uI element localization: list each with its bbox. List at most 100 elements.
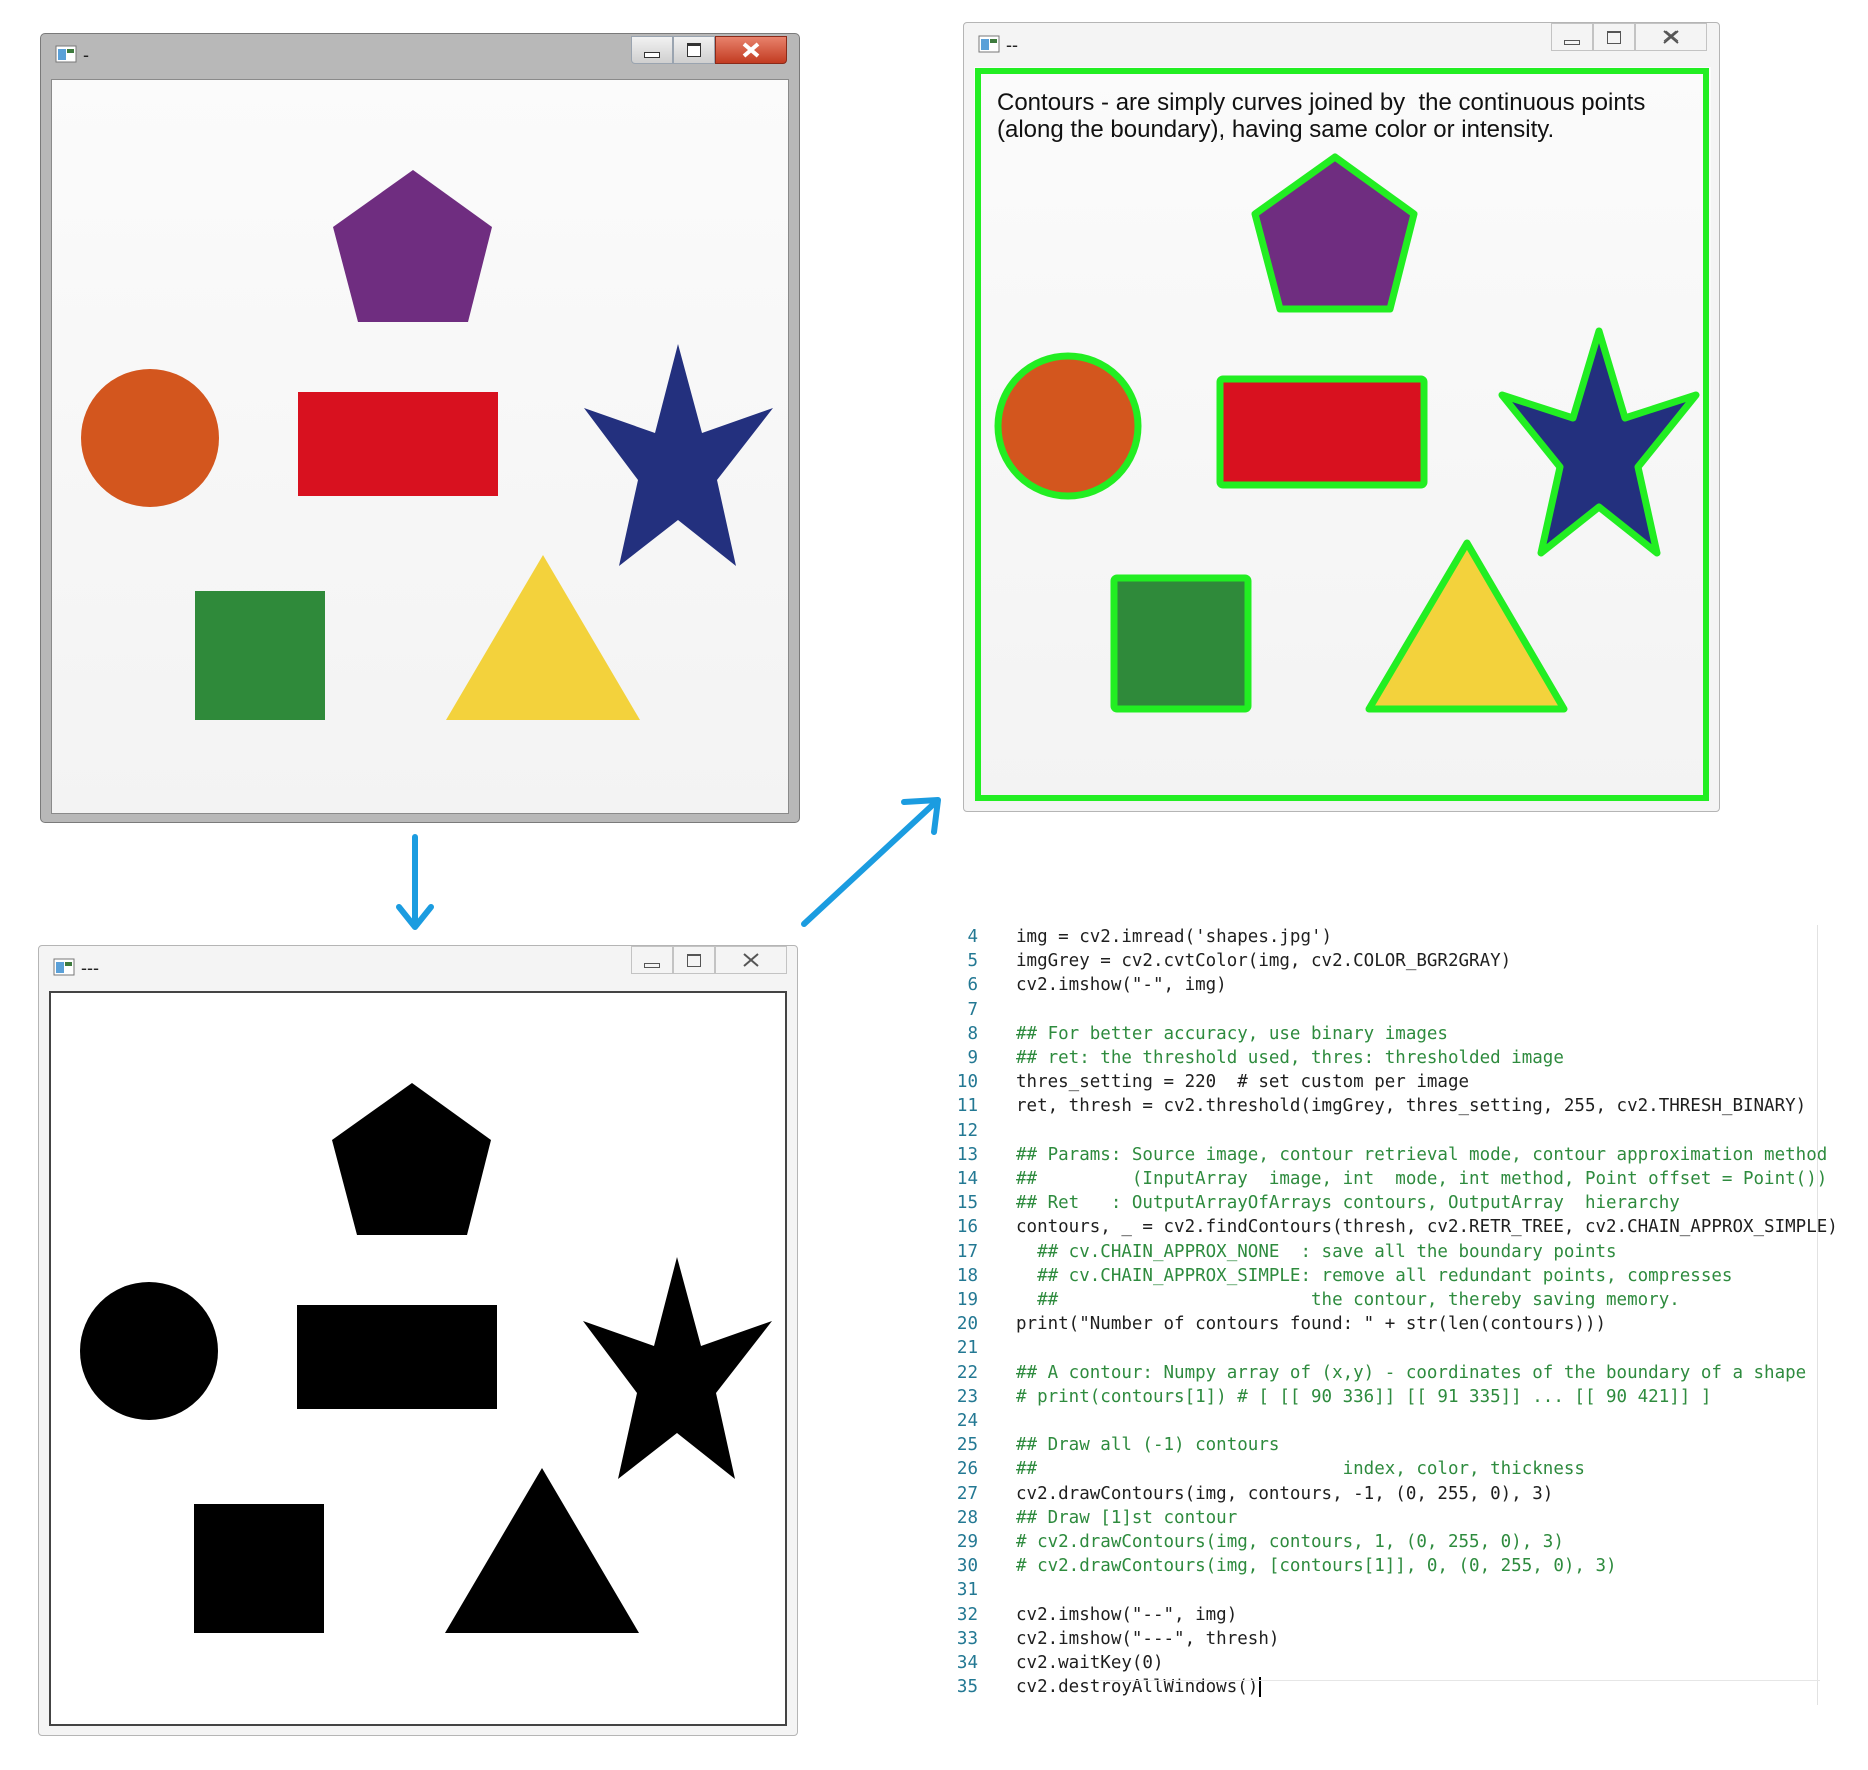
- app-window-icon: [53, 958, 75, 976]
- minimize-button[interactable]: [631, 946, 673, 974]
- pentagon-shape: [333, 170, 492, 322]
- circle-shape: [81, 369, 219, 507]
- line-number: 6: [967, 975, 978, 996]
- line-number: 26: [956, 1459, 978, 1480]
- square-shape: [194, 1504, 324, 1633]
- code-text: ## For better accuracy, use binary image…: [1016, 1023, 1448, 1044]
- arrow-up-right-icon: [801, 797, 941, 927]
- maximize-button[interactable]: [1593, 23, 1635, 51]
- line-number: 20: [956, 1314, 978, 1335]
- titlebar[interactable]: ---: [39, 946, 797, 990]
- code-text: ## Draw [1]st contour: [1016, 1507, 1238, 1528]
- line-number: 18: [956, 1265, 978, 1286]
- window-title: -: [83, 45, 89, 65]
- square-shape: [1110, 574, 1252, 713]
- code-text: cv2.imshow("--", img): [1016, 1604, 1238, 1625]
- titlebar[interactable]: -: [41, 34, 799, 78]
- star-shape: [583, 1257, 772, 1479]
- minimize-button[interactable]: [631, 36, 673, 64]
- close-button[interactable]: [715, 946, 787, 974]
- code-text: ret, thresh = cv2.threshold(imgGrey, thr…: [1016, 1096, 1807, 1117]
- code-text: contours, _ = cv2.findContours(thresh, c…: [1016, 1217, 1838, 1238]
- maximize-icon: [687, 43, 701, 57]
- code-text: ## (InputArray image, int mode, int meth…: [1016, 1169, 1828, 1189]
- line-number: 35: [956, 1677, 978, 1698]
- code-text: cv2.destroyAllWindows(): [1016, 1677, 1259, 1698]
- code-text: # print(contours[1]) # [ [[ 90 336]] [[ …: [1016, 1386, 1712, 1407]
- app-window-icon: [978, 35, 1000, 53]
- arrow-down-icon: [396, 834, 434, 930]
- line-number: 28: [956, 1507, 978, 1528]
- line-number: 7: [967, 999, 978, 1020]
- code-text: ## Ret : OutputArrayOfArrays contours, O…: [1016, 1193, 1680, 1214]
- line-number: 5: [967, 951, 978, 972]
- maximize-icon: [687, 953, 701, 967]
- star-shape: [584, 344, 773, 566]
- line-number: 17: [956, 1241, 978, 1262]
- line-number: 16: [956, 1217, 978, 1238]
- line-number: 29: [956, 1532, 978, 1552]
- line-number: 30: [956, 1556, 978, 1577]
- close-icon: [1663, 30, 1679, 44]
- window-title: --: [1006, 35, 1018, 55]
- code-text: ## the contour, thereby saving memory.: [1016, 1290, 1680, 1310]
- window-contours: -- Contours - are simply curves joined b…: [963, 22, 1720, 812]
- titlebar[interactable]: --: [964, 23, 1719, 67]
- image-canvas: Contours - are simply curves joined by t…: [974, 67, 1711, 802]
- line-number: 14: [956, 1169, 978, 1189]
- line-number: 10: [956, 1072, 978, 1093]
- circle-shape: [994, 352, 1142, 500]
- minimize-icon: [1564, 39, 1580, 45]
- code-text: ## cv.CHAIN_APPROX_SIMPLE: remove all re…: [1016, 1265, 1733, 1286]
- line-number: 4: [967, 927, 978, 947]
- window-title: ---: [81, 958, 99, 978]
- triangle-shape: [446, 555, 640, 720]
- triangle-shape: [1365, 539, 1568, 713]
- close-button[interactable]: [715, 36, 787, 64]
- maximize-button[interactable]: [673, 36, 715, 64]
- code-text: cv2.imshow("---", thresh): [1016, 1628, 1280, 1649]
- window-threshold: ---: [38, 945, 798, 1736]
- image-canvas: [49, 991, 787, 1726]
- pentagon-shape: [332, 1083, 491, 1235]
- code-text: ## cv.CHAIN_APPROX_NONE : save all the b…: [1016, 1241, 1617, 1262]
- code-text: ## ret: the threshold used, thres: thres…: [1016, 1048, 1564, 1068]
- close-icon: [743, 953, 759, 967]
- code-text: cv2.drawContours(img, contours, -1, (0, …: [1016, 1483, 1554, 1504]
- line-number: 11: [956, 1096, 978, 1117]
- shapes-image: [81, 170, 773, 720]
- close-icon: [742, 42, 760, 58]
- code-text: ## index, color, thickness: [1016, 1459, 1585, 1480]
- minimize-icon: [644, 962, 660, 968]
- code-text: cv2.imshow("-", img): [1016, 975, 1227, 996]
- code-text: # cv2.drawContours(img, contours, 1, (0,…: [1016, 1532, 1564, 1552]
- line-number: 19: [956, 1290, 978, 1310]
- line-number: 27: [956, 1483, 978, 1504]
- code-text: imgGrey = cv2.cvtColor(img, cv2.COLOR_BG…: [1016, 951, 1512, 972]
- pentagon-shape: [1251, 153, 1418, 313]
- code-text: thres_setting = 220 # set custom per ima…: [1016, 1072, 1470, 1093]
- line-number: 31: [956, 1580, 978, 1601]
- code-editor[interactable]: 4 img = cv2.imread('shapes.jpg') 5 imgGrey …: [940, 925, 1838, 1698]
- minimize-icon: [644, 52, 660, 58]
- threshold-image: [80, 1083, 772, 1633]
- square-shape: [195, 591, 325, 720]
- contours-caption-line-2: (along the boundary), having same color …: [997, 116, 1555, 143]
- line-number: 32: [956, 1604, 978, 1625]
- triangle-shape: [445, 1468, 639, 1633]
- close-button[interactable]: [1635, 23, 1707, 51]
- maximize-icon: [1607, 30, 1621, 44]
- image-canvas: [51, 79, 789, 814]
- line-number: 33: [956, 1628, 978, 1649]
- line-number: 25: [956, 1435, 978, 1456]
- contours-caption-line-1: Contours - are simply curves joined by t…: [997, 89, 1646, 116]
- maximize-button[interactable]: [673, 946, 715, 974]
- code-text: ## A contour: Numpy array of (x,y) - coo…: [1016, 1362, 1807, 1383]
- line-number: 22: [956, 1362, 978, 1383]
- contours-image: [975, 68, 1709, 801]
- minimize-button[interactable]: [1551, 23, 1593, 51]
- line-number: 23: [956, 1386, 978, 1407]
- window-controls: [631, 946, 787, 974]
- window-controls: [1551, 23, 1707, 51]
- code-text: ## Params: Source image, contour retriev…: [1016, 1144, 1828, 1165]
